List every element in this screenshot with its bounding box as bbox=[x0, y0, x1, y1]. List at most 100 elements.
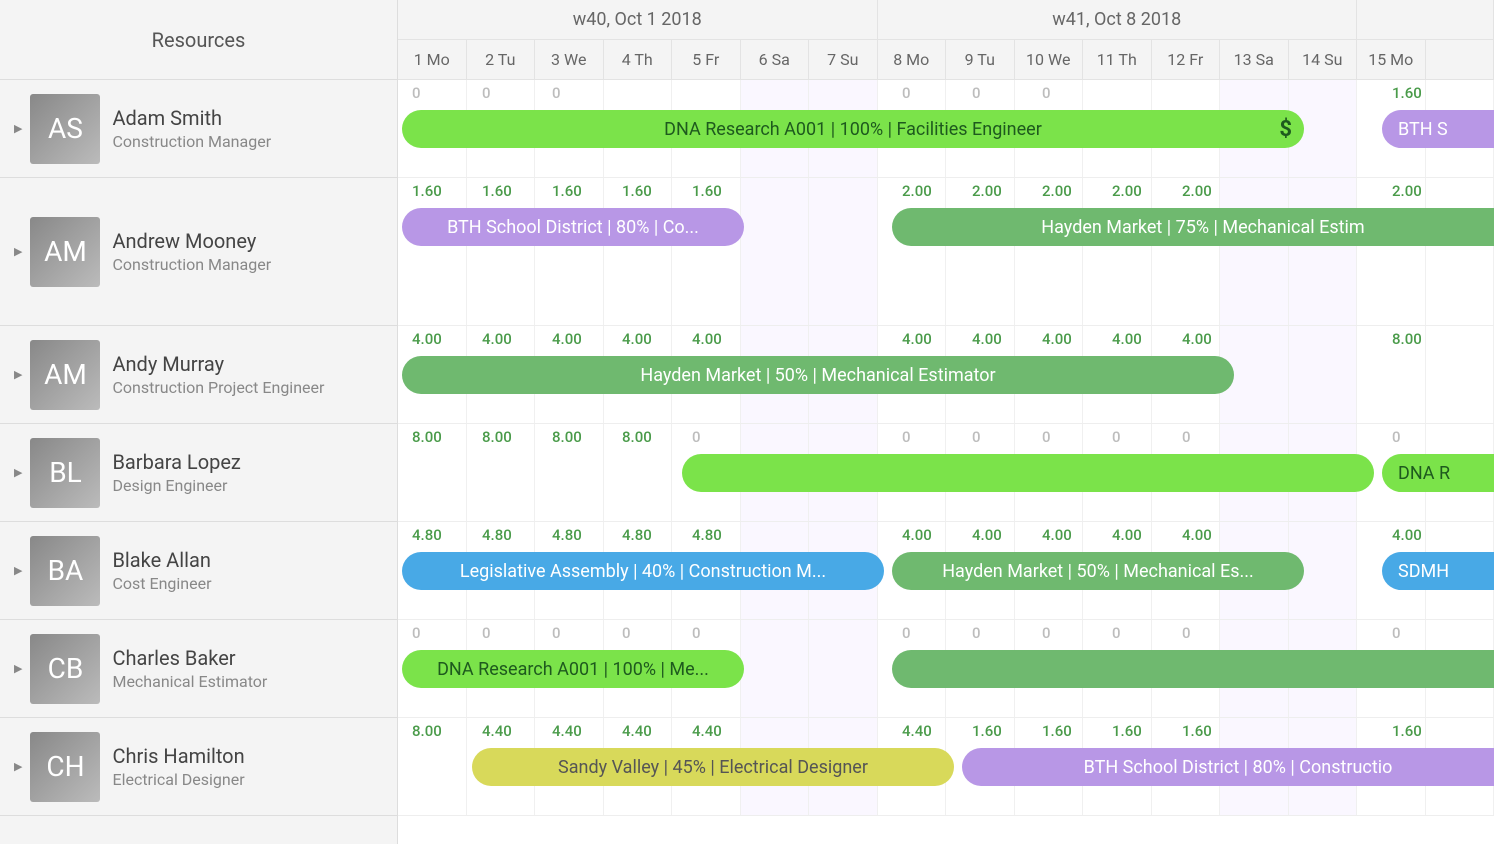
hours-cell: 0 bbox=[1028, 624, 1098, 642]
day-header-cell[interactable]: 6 Sa bbox=[741, 40, 810, 80]
expand-caret-icon[interactable]: ▶ bbox=[14, 466, 22, 479]
task-label: DNA Research A001 | 100% | Facilities En… bbox=[664, 119, 1042, 140]
day-header-cell[interactable]: 5 Fr bbox=[672, 40, 741, 80]
hours-cell: 1.60 bbox=[608, 182, 678, 200]
expand-caret-icon[interactable]: ▶ bbox=[14, 368, 22, 381]
hours-cell bbox=[1448, 624, 1494, 642]
task-bar[interactable]: BTH School District | 80% | Co...↔ bbox=[402, 208, 744, 246]
resize-handle-icon[interactable]: ↔ bbox=[741, 217, 744, 237]
hours-cell: 1.60 bbox=[1098, 722, 1168, 740]
expand-caret-icon[interactable]: ▶ bbox=[14, 760, 22, 773]
task-bar[interactable]: Legislative Assembly | 40% | Constructio… bbox=[402, 552, 884, 590]
timeline-row: 1.601.601.601.601.602.002.002.002.002.00… bbox=[398, 178, 1494, 326]
hours-cell bbox=[818, 526, 888, 544]
day-header-cell[interactable]: 1 Mo bbox=[398, 40, 467, 80]
hours-cell: 2.00 bbox=[1168, 182, 1238, 200]
avatar: AS bbox=[30, 94, 100, 164]
hours-cell: 8.00 bbox=[398, 428, 468, 446]
hours-cell bbox=[818, 182, 888, 200]
hours-cell: 8.00 bbox=[538, 428, 608, 446]
task-label: Sandy Valley | 45% | Electrical Designer bbox=[558, 757, 868, 778]
hours-cell: 4.00 bbox=[1098, 526, 1168, 544]
task-bar[interactable] bbox=[682, 454, 1374, 492]
hours-cell bbox=[1238, 84, 1308, 102]
hours-cell: 8.00 bbox=[1378, 330, 1448, 348]
day-header-cell[interactable]: 2 Tu bbox=[467, 40, 536, 80]
hours-cell bbox=[1308, 428, 1378, 446]
task-bar[interactable]: Hayden Market | 50% | Mechanical Estimat… bbox=[402, 356, 1234, 394]
hours-cell: 0 bbox=[958, 84, 1028, 102]
expand-caret-icon[interactable]: ▶ bbox=[14, 564, 22, 577]
task-bar[interactable]: SDMH bbox=[1382, 552, 1494, 590]
hours-cell: 1.60 bbox=[1378, 84, 1448, 102]
day-header-cell[interactable]: 10 We bbox=[1015, 40, 1084, 80]
day-header-cell[interactable]: 9 Tu bbox=[946, 40, 1015, 80]
hours-cell: 4.00 bbox=[888, 330, 958, 348]
task-label: Hayden Market | 50% | Mechanical Es... bbox=[942, 561, 1254, 582]
resource-name: Andrew Mooney bbox=[112, 229, 271, 253]
hours-cell: 0 bbox=[1168, 624, 1238, 642]
task-bar[interactable]: DNA Research A001 | 100% | Me... bbox=[402, 650, 744, 688]
day-header-cell[interactable]: 14 Su bbox=[1289, 40, 1358, 80]
resource-row: ▶ CB Charles Baker Mechanical Estimator bbox=[0, 620, 397, 718]
day-header-cell[interactable]: 12 Fr bbox=[1152, 40, 1221, 80]
hours-cell bbox=[1238, 428, 1308, 446]
resource-role: Mechanical Estimator bbox=[112, 672, 267, 691]
day-header-cell[interactable]: 13 Sa bbox=[1220, 40, 1289, 80]
day-header-cell[interactable]: 7 Su bbox=[809, 40, 878, 80]
avatar: AM bbox=[30, 340, 100, 410]
hours-cell bbox=[1308, 84, 1378, 102]
hours-cell: 1.60 bbox=[1028, 722, 1098, 740]
hours-cell bbox=[1098, 84, 1168, 102]
timeline-row: 4.004.004.004.004.004.004.004.004.004.00… bbox=[398, 326, 1494, 424]
hours-cell: 4.40 bbox=[678, 722, 748, 740]
hours-cell: 4.40 bbox=[538, 722, 608, 740]
hours-cell: 2.00 bbox=[958, 182, 1028, 200]
resource-name: Chris Hamilton bbox=[112, 744, 244, 768]
hours-cell: 1.60 bbox=[678, 182, 748, 200]
resource-row: ▶ AS Adam Smith Construction Manager bbox=[0, 80, 397, 178]
avatar: CB bbox=[30, 634, 100, 704]
avatar: CH bbox=[30, 732, 100, 802]
task-bar[interactable]: Sandy Valley | 45% | Electrical Designer bbox=[472, 748, 954, 786]
hours-cell bbox=[1238, 624, 1308, 642]
day-header-cell[interactable]: 11 Th bbox=[1083, 40, 1152, 80]
resource-row: ▶ CH Chris Hamilton Electrical Designer bbox=[0, 718, 397, 816]
hours-cell: 0 bbox=[468, 84, 538, 102]
task-bar[interactable]: Hayden Market | 50% | Mechanical Es... bbox=[892, 552, 1304, 590]
expand-caret-icon[interactable]: ▶ bbox=[14, 662, 22, 675]
hours-cell: 1.60 bbox=[538, 182, 608, 200]
resource-role: Construction Manager bbox=[112, 132, 271, 151]
hours-cell: 0 bbox=[958, 428, 1028, 446]
hours-cell: 4.80 bbox=[538, 526, 608, 544]
hours-cell: 1.60 bbox=[1168, 722, 1238, 740]
task-bar[interactable]: Hayden Market | 75% | Mechanical Estim bbox=[892, 208, 1494, 246]
task-bar[interactable]: BTH S bbox=[1382, 110, 1494, 148]
hours-cell: 0 bbox=[398, 84, 468, 102]
day-header-cell[interactable]: 15 Mo bbox=[1357, 40, 1426, 80]
week-header-cell: w41, Oct 8 2018 bbox=[878, 0, 1358, 39]
hours-cell bbox=[748, 624, 818, 642]
week-header-cell: w40, Oct 1 2018 bbox=[398, 0, 878, 39]
task-bar[interactable]: BTH School District | 80% | Constructio bbox=[962, 748, 1494, 786]
day-header-cell[interactable]: 4 Th bbox=[604, 40, 673, 80]
day-header-cell[interactable]: 3 We bbox=[535, 40, 604, 80]
hours-cell: 2.00 bbox=[1028, 182, 1098, 200]
resource-row: ▶ AM Andrew Mooney Construction Manager bbox=[0, 178, 397, 326]
day-header-cell[interactable]: 8 Mo bbox=[878, 40, 947, 80]
expand-caret-icon[interactable]: ▶ bbox=[14, 245, 22, 258]
task-label: BTH School District | 80% | Constructio bbox=[1084, 757, 1393, 778]
expand-caret-icon[interactable]: ▶ bbox=[14, 122, 22, 135]
hours-cell: 1.60 bbox=[958, 722, 1028, 740]
hours-cell: 4.00 bbox=[678, 330, 748, 348]
task-bar[interactable]: DNA Research A001 | 100% | Facilities En… bbox=[402, 110, 1304, 148]
hours-cell bbox=[1308, 526, 1378, 544]
resource-name: Blake Allan bbox=[112, 548, 211, 572]
resource-row: ▶ BA Blake Allan Cost Engineer bbox=[0, 522, 397, 620]
hours-cell bbox=[748, 84, 818, 102]
day-header-cell[interactable] bbox=[1426, 40, 1494, 80]
task-bar[interactable]: DNA R bbox=[1382, 454, 1494, 492]
task-bar[interactable] bbox=[892, 650, 1494, 688]
week-header-cell bbox=[1357, 0, 1494, 39]
hours-cell bbox=[818, 722, 888, 740]
